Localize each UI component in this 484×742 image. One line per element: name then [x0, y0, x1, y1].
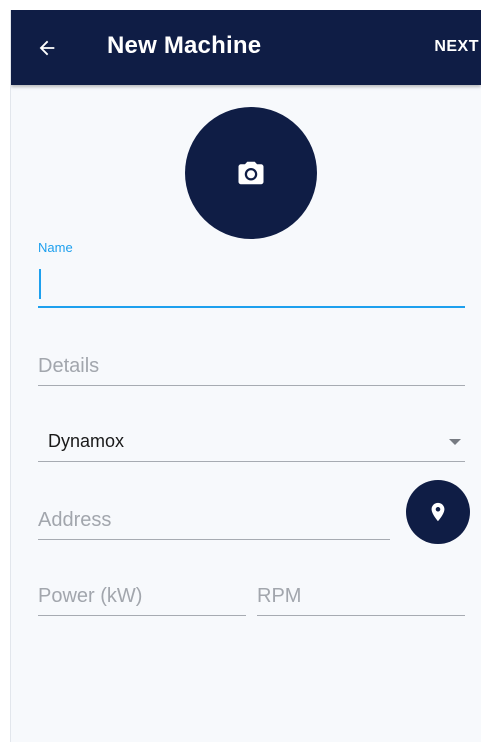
power-field-underline: [38, 615, 246, 616]
details-field-underline: [38, 385, 465, 386]
name-field[interactable]: [38, 262, 465, 308]
dropdown-arrow-icon[interactable]: [449, 439, 461, 445]
address-field[interactable]: Address: [38, 494, 390, 540]
brand-select-underline: [38, 461, 465, 462]
add-photo-button[interactable]: [185, 107, 317, 239]
details-placeholder: Details: [38, 355, 100, 377]
map-pin-icon: [431, 502, 445, 522]
power-placeholder: Power (kW): [38, 585, 143, 607]
get-location-button[interactable]: [406, 480, 470, 544]
app-screen: New Machine NEXT Name Details Dynamox Ad…: [10, 10, 481, 742]
app-bar: New Machine NEXT: [11, 10, 481, 85]
rpm-placeholder: RPM: [257, 585, 302, 607]
arrow-left-icon: [39, 40, 55, 56]
brand-select-value: Dynamox: [48, 431, 125, 451]
power-field[interactable]: Power (kW): [38, 570, 246, 616]
name-field-underline: [38, 306, 465, 308]
details-field[interactable]: Details: [38, 340, 465, 386]
back-button[interactable]: [27, 28, 67, 68]
text-cursor: [39, 269, 41, 299]
rpm-field[interactable]: RPM: [257, 570, 465, 616]
page-title: New Machine: [107, 32, 262, 59]
camera-icon: [238, 161, 264, 185]
next-button[interactable]: NEXT: [434, 38, 479, 56]
rpm-field-underline: [257, 615, 465, 616]
address-field-underline: [38, 539, 390, 540]
brand-select[interactable]: Dynamox: [38, 416, 465, 462]
address-placeholder: Address: [38, 509, 112, 531]
name-field-label: Name: [38, 240, 73, 255]
